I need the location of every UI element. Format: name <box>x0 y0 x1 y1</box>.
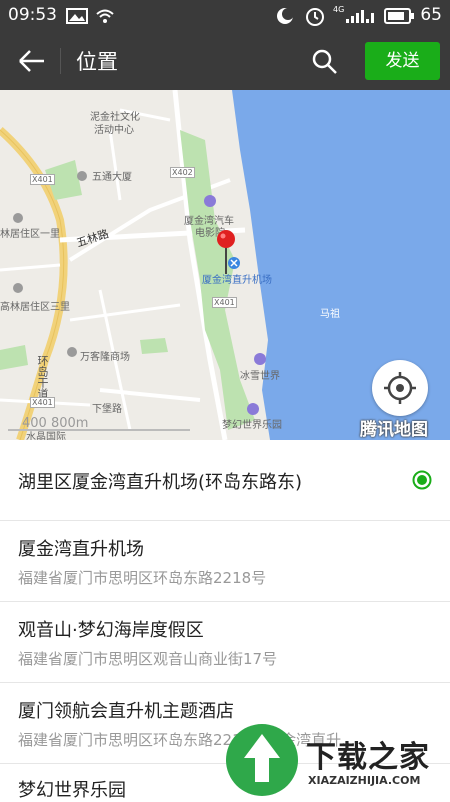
map-label: 活动中心 <box>94 125 134 136</box>
map-label: 林居住区一里 <box>0 229 60 240</box>
watermark-logo-icon <box>226 724 298 796</box>
road-shield: X401 <box>30 397 55 408</box>
park-poi-icon <box>247 403 259 415</box>
location-pin-icon <box>217 230 235 274</box>
watermark: 下载之家 XIAZAIZHIJIA.COM <box>222 720 450 800</box>
map-label: 梦幻世界乐园 <box>222 420 282 431</box>
location-item[interactable]: 厦金湾直升机场 福建省厦门市思明区环岛东路2218号 <box>0 521 450 602</box>
search-icon[interactable] <box>310 47 340 77</box>
map-scale: 400 800m <box>22 416 89 431</box>
cinema-poi-icon <box>204 195 216 207</box>
page-title: 位置 <box>76 50 118 74</box>
map-view[interactable]: 泥金社文化 活动中心 五通大厦 五林路 林居住区一里 高林居住区三里 环岛干道 … <box>0 90 450 440</box>
signal-icon <box>346 10 374 23</box>
map-label: 马祖 <box>320 309 340 320</box>
dnd-icon <box>277 8 294 24</box>
locate-icon <box>384 372 416 404</box>
location-address: 福建省厦门市思明区观音山商业街17号 <box>18 650 278 668</box>
road-shield: X401 <box>30 174 55 185</box>
image-icon <box>66 8 88 24</box>
toolbar-divider <box>60 48 61 74</box>
location-item[interactable]: 湖里区厦金湾直升机场(环岛东路东) <box>0 440 450 521</box>
map-label: 下堡路 <box>92 404 122 415</box>
location-title: 厦金湾直升机场 <box>18 539 144 560</box>
building-poi-icon <box>13 283 23 293</box>
status-time: 09:53 <box>8 5 57 25</box>
watermark-url: XIAZAIZHIJIA.COM <box>308 774 421 787</box>
battery-level: 65 <box>420 5 442 25</box>
map-label: 冰雪世界 <box>240 371 280 382</box>
building-poi-icon <box>13 213 23 223</box>
map-label: 厦金湾直升机场 <box>202 275 272 286</box>
network-type: 4G <box>333 5 345 14</box>
map-label: 高林居住区三里 <box>0 302 70 313</box>
location-item[interactable]: 观音山·梦幻海岸度假区 福建省厦门市思明区观音山商业街17号 <box>0 602 450 683</box>
location-address: 福建省厦门市思明区环岛东路2218号 <box>18 569 267 587</box>
toolbar: 位置 发送 <box>0 32 450 90</box>
my-location-button[interactable] <box>372 360 428 416</box>
send-button[interactable]: 发送 <box>365 42 440 80</box>
location-title: 厦门领航会直升机主题酒店 <box>18 701 234 722</box>
road-shield: X402 <box>170 167 195 178</box>
back-arrow-icon[interactable] <box>16 46 48 76</box>
wifi-icon <box>96 9 114 23</box>
map-label: 五通大厦 <box>92 172 132 183</box>
selected-check-icon <box>412 470 432 490</box>
location-title: 观音山·梦幻海岸度假区 <box>18 620 204 641</box>
map-label: 万客隆商场 <box>80 352 130 363</box>
map-label: 环岛干道 <box>36 355 49 399</box>
park-poi-icon <box>254 353 266 365</box>
battery-icon <box>384 8 414 24</box>
map-brand-logo: 腾讯地图 <box>360 420 428 440</box>
shop-poi-icon <box>67 347 77 357</box>
alarm-icon <box>306 8 324 26</box>
building-poi-icon <box>77 171 87 181</box>
location-title: 湖里区厦金湾直升机场(环岛东路东) <box>18 472 303 493</box>
watermark-text: 下载之家 <box>306 740 430 775</box>
location-title: 梦幻世界乐园 <box>18 780 126 801</box>
road-shield: X401 <box>212 297 237 308</box>
status-bar: 09:53 4G 65 <box>0 0 450 32</box>
